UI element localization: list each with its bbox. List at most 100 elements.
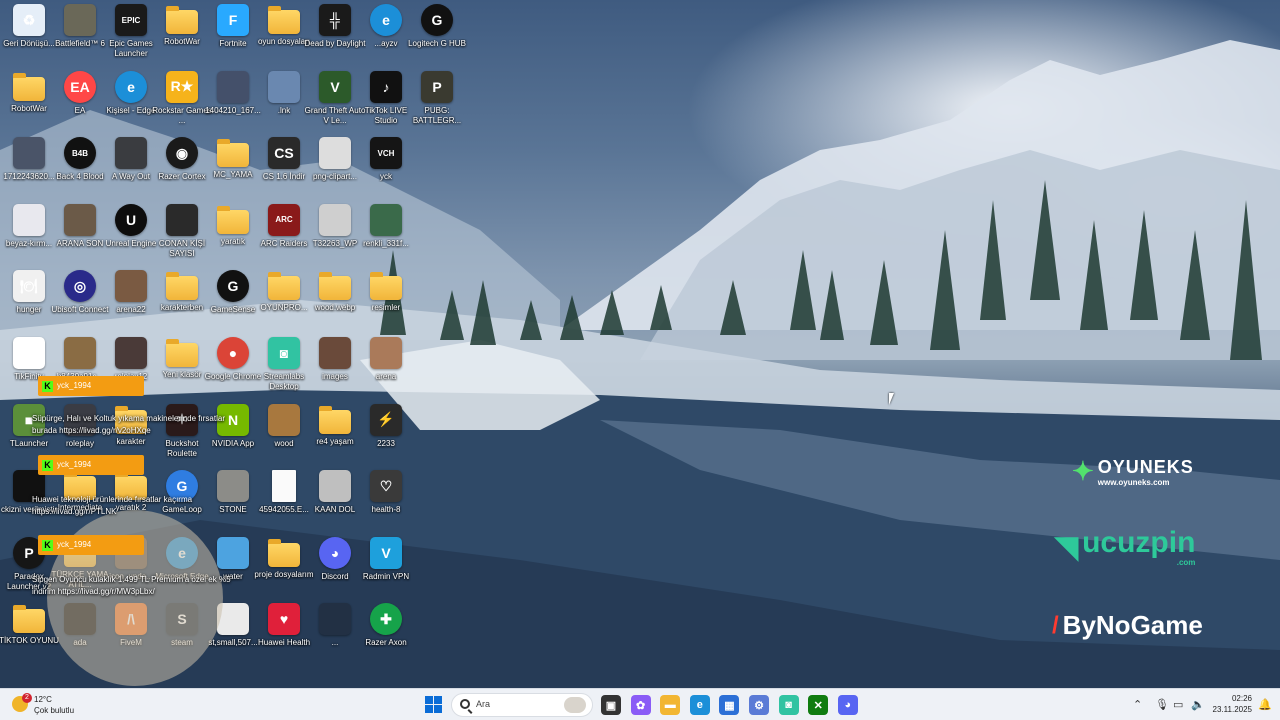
desktop-icon[interactable]: ◕ Discord <box>308 536 362 603</box>
network-icon[interactable]: ▭ <box>1173 698 1183 711</box>
desktop-icon[interactable]: V Grand Theft Auto V Le... <box>305 70 365 137</box>
image-icon <box>319 203 351 236</box>
xbox-icon[interactable]: ✕ <box>808 695 829 715</box>
desktop-icon[interactable]: KAAN DOL <box>308 470 362 536</box>
image-icon <box>13 203 45 236</box>
desktop-icon[interactable]: ● Google Chrome <box>205 337 261 403</box>
start-button[interactable] <box>425 696 443 714</box>
windows-icon-tile <box>425 705 433 713</box>
desktop-icon[interactable]: VCH yck <box>359 137 413 203</box>
desktop-icon[interactable]: Yeni klasör <box>155 337 209 403</box>
desktop-icon[interactable]: EA EA <box>53 70 107 137</box>
desktop-icon[interactable]: ◙ Streamlabs Desktop <box>257 337 311 403</box>
desktop-icon[interactable]: 1712243620... <box>2 137 56 203</box>
ucuzpin-logo: ◥ ucuzpin .com <box>1055 526 1196 568</box>
ea-icon: EA <box>64 70 96 103</box>
desktop[interactable]: ♻ Geri Dönüşü... RobotWar 1712243620... beya… <box>0 0 1280 688</box>
desktop-icon[interactable]: ♻ Geri Dönüşü... <box>2 4 56 70</box>
folder-icon <box>370 272 402 301</box>
discord-icon[interactable]: ◕ <box>837 695 858 715</box>
clock[interactable]: 02:26 23.11.2025 <box>1210 693 1252 715</box>
hunger-icon: 🍽 <box>13 270 45 303</box>
desktop-icon[interactable]: wood <box>257 403 311 470</box>
task-view-icon[interactable]: ▣ <box>601 695 621 715</box>
desktop-icon[interactable]: U Unreal Engine <box>104 203 158 270</box>
desktop-icon[interactable]: ... <box>308 603 362 669</box>
desktop-icon[interactable]: OYUNPRO... <box>257 270 311 336</box>
razer-axon-icon: ✚ <box>370 603 402 636</box>
desktop-icon[interactable]: 1404210_167... <box>205 70 261 137</box>
desktop-icon[interactable]: ◎ Ubisoft Connect <box>52 270 108 336</box>
folder-icon <box>268 6 300 34</box>
desktop-icon[interactable]: ⚡ 2233 <box>359 403 413 470</box>
desktop-icon[interactable]: e ...ayzv <box>359 4 413 70</box>
desktop-icon[interactable]: .lnk <box>257 70 311 137</box>
desktop-icon[interactable]: CS CS 1.6 İndir <box>257 137 311 203</box>
notification-icon[interactable]: 🔔 <box>1258 698 1272 711</box>
desktop-icon[interactable]: re4 yaşam <box>308 404 362 470</box>
desktop-icon[interactable]: ♥ Huawei Health <box>257 603 311 669</box>
shortcut-icon <box>268 70 300 103</box>
image-icon <box>319 337 351 369</box>
desktop-icon[interactable]: oyun dosyaları <box>257 4 311 70</box>
show-hidden-icons-icon[interactable]: ⌃ <box>1133 698 1142 711</box>
desktop-icon[interactable]: ARC ARC Raiders <box>257 203 311 270</box>
desktop-icon-label: 2233 <box>377 438 395 448</box>
volume-icon[interactable]: 🔈 <box>1191 698 1205 711</box>
microphone-icon[interactable]: 🎙 <box>1155 698 1169 711</box>
desktop-icon[interactable]: ◉ Razer Cortex <box>155 137 209 203</box>
desktop-icon[interactable]: renkli_331f... <box>359 203 413 270</box>
weather-widget[interactable]: 2 12°C Çok bulutlu <box>10 692 100 718</box>
desktop-icon[interactable]: ✚ Razer Axon <box>359 603 413 669</box>
desktop-icon[interactable]: resimler <box>359 270 413 336</box>
desktop-icon[interactable]: ╬ Dead by Daylight <box>305 4 365 70</box>
desktop-icon[interactable]: 🍽 hunger <box>2 270 56 336</box>
desktop-icon[interactable]: MC_YAMA <box>206 137 260 203</box>
desktop-icon[interactable]: RobotWar <box>155 4 209 70</box>
desktop-icon[interactable]: yaratık <box>206 204 260 270</box>
desktop-icon[interactable]: V Radmin VPN <box>359 536 413 603</box>
desktop-icon[interactable]: T32263_WP <box>308 203 362 270</box>
desktop-icon[interactable]: G Logitech G HUB <box>408 4 466 70</box>
desktop-icon[interactable]: A Way Out <box>104 137 158 203</box>
desktop-icon[interactable]: ♪ TikTok LIVE Studio <box>359 70 413 137</box>
desktop-icon[interactable]: EPIC Epic Games Launcher <box>104 4 158 70</box>
desktop-icon[interactable]: beyaz-kırm... <box>2 203 56 270</box>
desktop-icon-label: arena <box>375 372 397 381</box>
desktop-icon[interactable]: png-clipart... <box>308 137 362 203</box>
gamesense-icon: G <box>217 270 249 303</box>
desktop-icon[interactable]: ARANA SON <box>53 203 107 270</box>
desktop-icon[interactable]: arena <box>359 337 413 403</box>
microsoft-store-icon[interactable]: ▦ <box>719 695 740 715</box>
desktop-icon[interactable]: arena22 <box>104 270 158 336</box>
settings-icon[interactable]: ⚙ <box>749 695 769 715</box>
desktop-icon[interactable]: CONAN KİŞİ SAYISI <box>155 203 209 270</box>
streamlabs-icon: ◙ <box>268 337 300 369</box>
desktop-icon[interactable]: B4B Back 4 Blood <box>53 137 107 203</box>
copilot-icon[interactable]: ✿ <box>630 695 651 715</box>
desktop-icon[interactable]: proje dosyalarım <box>254 537 314 603</box>
vch-icon: VCH <box>370 137 402 170</box>
edge-icon[interactable]: e <box>689 695 710 715</box>
desktop-icon[interactable]: R★ Rockstar Games ... <box>152 70 212 137</box>
streamlabs-icon[interactable]: ◙ <box>778 695 799 715</box>
unreal-icon: U <box>115 203 147 236</box>
desktop-icon-label: renkli_331f... <box>363 238 409 248</box>
desktop-icon[interactable]: 45942055.E... <box>257 470 311 536</box>
desktop-icon[interactable]: images <box>308 337 362 403</box>
desktop-icon[interactable]: RobotWar <box>2 71 56 137</box>
desktop-icon[interactable]: Battlefield™ 6 <box>53 4 107 70</box>
epic-games-icon: EPIC <box>115 4 147 36</box>
desktop-icon[interactable]: wood.webp <box>308 270 362 336</box>
desktop-icon[interactable]: G GameSense <box>206 270 260 336</box>
desktop-icon[interactable]: ♡ health-8 <box>359 470 413 536</box>
desktop-icon-label: resimler <box>371 303 401 313</box>
folder-icon <box>319 272 351 301</box>
folder-icon <box>166 6 198 34</box>
search-box[interactable]: Ara <box>451 693 593 717</box>
desktop-icon[interactable]: F Fortnite <box>206 4 260 70</box>
desktop-icon[interactable]: P PUBG: BATTLEGR... <box>410 70 464 137</box>
desktop-icon[interactable]: karakterben <box>155 270 209 336</box>
desktop-icon[interactable]: e Kişisel - Edge <box>104 70 158 137</box>
file-explorer-icon[interactable]: ▬ <box>660 695 681 715</box>
